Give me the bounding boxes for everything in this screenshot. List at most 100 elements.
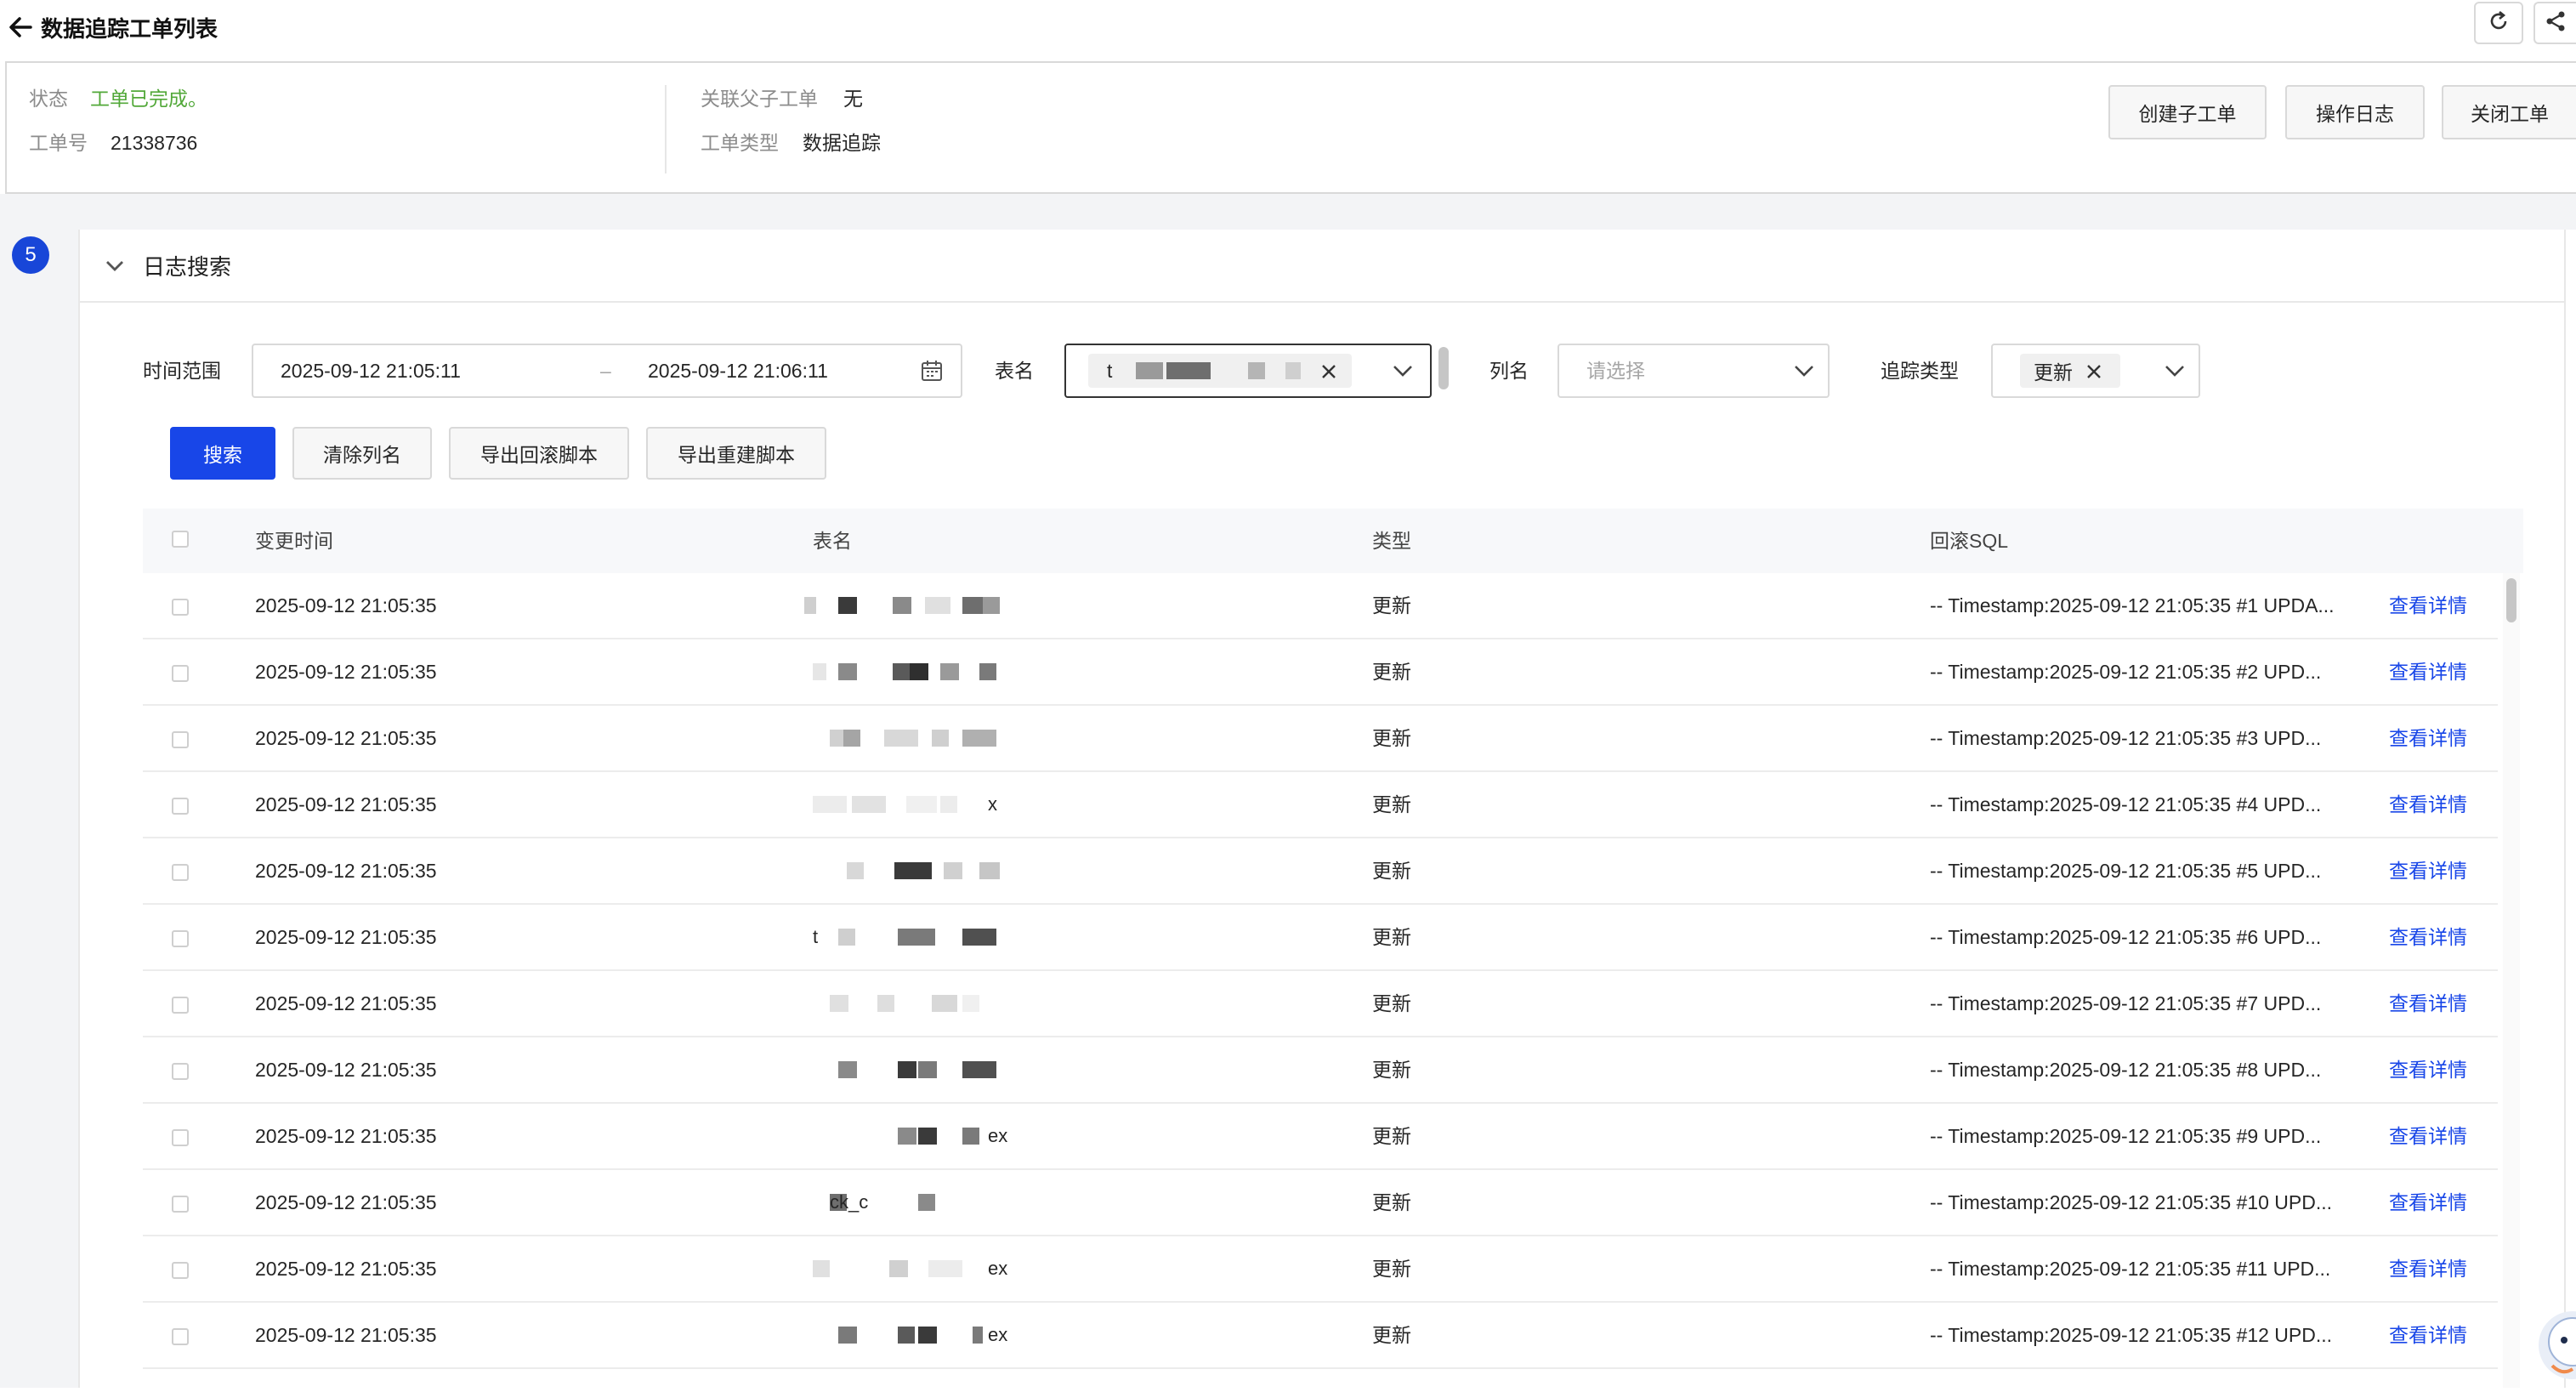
redacted-block (973, 1327, 983, 1344)
redacted-block (940, 796, 957, 813)
row-type: 更新 (1372, 661, 1411, 683)
time-range-label: 时间范围 (143, 360, 221, 382)
redacted-block (979, 663, 996, 680)
column-header-table[interactable]: 表名 (813, 527, 852, 554)
row-type: 更新 (1372, 1125, 1411, 1147)
panel-header-divider (80, 301, 2564, 303)
row-divider (143, 704, 2498, 706)
column-name-placeholder: 请选择 (1586, 360, 1645, 382)
view-details-link[interactable]: 查看详情 (2389, 791, 2467, 818)
redacted-block (898, 1327, 915, 1344)
table-name-tag: t (1088, 354, 1352, 388)
clear-columns-button[interactable]: 清除列名 (292, 427, 432, 480)
row-change-time: 2025-09-12 21:05:35 (255, 661, 437, 683)
export-rollback-button[interactable]: 导出回滚脚本 (449, 427, 629, 480)
close-ticket-button[interactable]: 关闭工单 (2442, 85, 2576, 139)
row-checkbox[interactable] (172, 731, 189, 748)
redacted-block (918, 1327, 937, 1344)
row-divider (143, 1301, 2498, 1303)
row-checkbox[interactable] (172, 798, 189, 815)
row-rollback-sql: -- Timestamp:2025-09-12 21:05:35 #8 UPD.… (1930, 1059, 2322, 1081)
redacted-block (804, 597, 816, 614)
row-checkbox[interactable] (172, 930, 189, 947)
row-checkbox[interactable] (172, 1063, 189, 1080)
view-details-link[interactable]: 查看详情 (2389, 990, 2467, 1017)
arrow-left-icon[interactable] (5, 12, 37, 43)
row-checkbox[interactable] (172, 599, 189, 616)
time-end-input[interactable]: 2025-09-12 21:06:11 (648, 357, 828, 384)
view-details-link[interactable]: 查看详情 (2389, 658, 2467, 685)
view-details-link[interactable]: 查看详情 (2389, 1189, 2467, 1216)
create-subticket-button[interactable]: 创建子工单 (2108, 85, 2267, 139)
row-change-time: 2025-09-12 21:05:35 (255, 926, 437, 948)
chevron-down-icon[interactable] (1391, 361, 1415, 381)
redacted-block (962, 597, 983, 614)
calendar-icon[interactable] (920, 359, 944, 383)
row-change-time: 2025-09-12 21:05:35 (255, 1125, 437, 1147)
section-title[interactable]: 日志搜索 (143, 250, 231, 284)
row-checkbox[interactable] (172, 864, 189, 881)
row-change-time: 2025-09-12 21:05:35 (255, 1258, 437, 1280)
operation-log-button[interactable]: 操作日志 (2285, 85, 2425, 139)
view-details-link[interactable]: 查看详情 (2389, 1255, 2467, 1282)
row-change-time: 2025-09-12 21:05:35 (255, 1191, 437, 1213)
redacted-block (898, 929, 935, 946)
view-details-link[interactable]: 查看详情 (2389, 724, 2467, 752)
redacted-block (898, 1061, 916, 1078)
column-header-time[interactable]: 变更时间 (255, 527, 333, 554)
view-details-link[interactable]: 查看详情 (2389, 1122, 2467, 1150)
row-divider (143, 770, 2498, 772)
select-all-checkbox[interactable] (172, 531, 189, 548)
redacted-block (979, 862, 1000, 879)
chevron-down-icon[interactable] (1792, 361, 1816, 381)
table-scrollbar-thumb[interactable] (2506, 578, 2516, 622)
row-checkbox[interactable] (172, 1129, 189, 1146)
row-rollback-sql: -- Timestamp:2025-09-12 21:05:35 #10 UPD… (1930, 1191, 2333, 1213)
view-details-link[interactable]: 查看详情 (2389, 857, 2467, 884)
view-details-link[interactable]: 查看详情 (2389, 1321, 2467, 1349)
redacted-block (838, 929, 855, 946)
row-checkbox[interactable] (172, 1328, 189, 1345)
ticket-type-value: 数据追踪 (803, 132, 881, 154)
export-rebuild-button[interactable]: 导出重建脚本 (646, 427, 826, 480)
row-checkbox[interactable] (172, 1196, 189, 1213)
row-checkbox[interactable] (172, 665, 189, 682)
row-rollback-sql: -- Timestamp:2025-09-12 21:05:35 #12 UPD… (1930, 1324, 2333, 1346)
row-rollback-sql: -- Timestamp:2025-09-12 21:05:35 #3 UPD.… (1930, 727, 2322, 749)
close-icon[interactable] (2085, 361, 2103, 381)
view-details-link[interactable]: 查看详情 (2389, 1056, 2467, 1083)
redacted-block (898, 1128, 916, 1145)
redacted-block (962, 1061, 996, 1078)
redacted-block (962, 1128, 979, 1145)
select-scrollbar[interactable] (1438, 347, 1449, 389)
column-header-type[interactable]: 类型 (1372, 527, 1411, 554)
redacted-block (843, 730, 860, 747)
row-checkbox[interactable] (172, 1262, 189, 1279)
row-divider (143, 1367, 2498, 1369)
table-name-label: 表名 (995, 360, 1034, 382)
row-type: 更新 (1372, 594, 1411, 616)
share-button[interactable] (2533, 2, 2576, 44)
row-rollback-sql: -- Timestamp:2025-09-12 21:05:35 #9 UPD.… (1930, 1125, 2322, 1147)
assistant-button[interactable] (2533, 1308, 2576, 1388)
row-checkbox[interactable] (172, 997, 189, 1014)
row-rollback-sql: -- Timestamp:2025-09-12 21:05:35 #1 UPDA… (1930, 594, 2335, 616)
view-details-link[interactable]: 查看详情 (2389, 923, 2467, 951)
row-type: 更新 (1372, 727, 1411, 749)
time-start-input[interactable]: 2025-09-12 21:05:11 (281, 357, 461, 384)
table-scrollbar-track[interactable] (2503, 573, 2520, 1388)
redacted-block (928, 1260, 962, 1277)
chevron-down-icon[interactable] (2163, 361, 2187, 381)
redacted-block (918, 1194, 935, 1211)
redacted-block (838, 597, 857, 614)
chevron-down-icon[interactable] (102, 253, 128, 279)
redacted-block (830, 730, 843, 747)
close-icon[interactable] (1319, 361, 1338, 386)
refresh-button[interactable] (2474, 2, 2523, 44)
row-rollback-sql: -- Timestamp:2025-09-12 21:05:35 #11 UPD… (1930, 1258, 2331, 1280)
column-header-rollback-sql[interactable]: 回滚SQL (1930, 527, 2008, 554)
search-button[interactable]: 搜索 (170, 427, 275, 480)
redacted-block (983, 597, 1000, 614)
view-details-link[interactable]: 查看详情 (2389, 592, 2467, 619)
trace-type-tag: 更新 (2020, 354, 2120, 388)
